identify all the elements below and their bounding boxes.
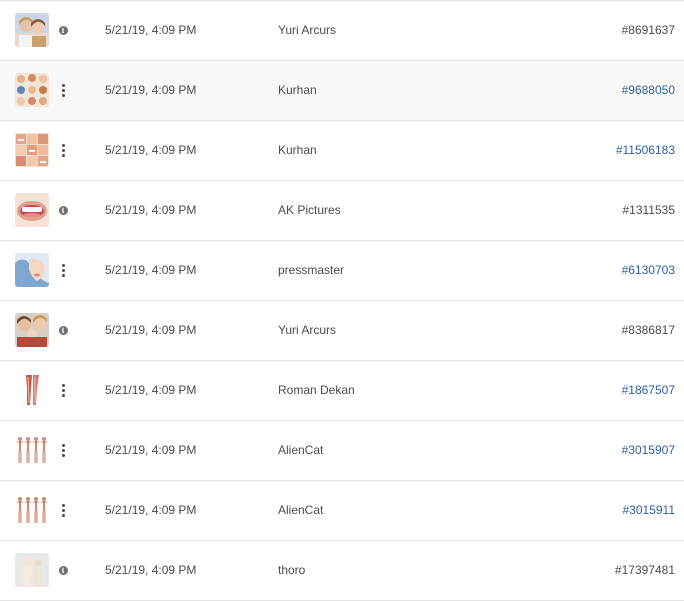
asset-thumbnail[interactable]	[15, 253, 49, 287]
asset-thumbnail[interactable]	[15, 493, 49, 527]
asset-id-link[interactable]: #6130703	[622, 241, 675, 300]
list-item[interactable]: 5/21/19, 4:09 PM AlienCat #3015911	[0, 481, 684, 541]
row-date: 5/21/19, 4:09 PM	[105, 143, 197, 157]
more-options-button[interactable]	[55, 378, 71, 402]
info-button[interactable]: i	[55, 558, 71, 582]
info-icon: i	[58, 205, 68, 215]
row-date: 5/21/19, 4:09 PM	[105, 563, 197, 577]
asset-thumbnail[interactable]	[15, 13, 49, 47]
row-date: 5/21/19, 4:09 PM	[105, 443, 197, 457]
more-options-button[interactable]	[55, 498, 71, 522]
info-button[interactable]: i	[55, 318, 71, 342]
anatomy-figures-illustration-icon	[15, 493, 49, 527]
row-date: 5/21/19, 4:09 PM	[105, 23, 197, 37]
row-author: AK Pictures	[278, 203, 341, 217]
row-asset-id: #1311535	[622, 203, 676, 217]
asset-id-link[interactable]: #3015911	[623, 481, 676, 540]
anatomy-legs-illustration-icon	[15, 373, 49, 407]
family-photo-icon	[15, 13, 49, 47]
more-vertical-icon	[61, 502, 65, 518]
list-item[interactable]: i 5/21/19, 4:09 PM thoro #17397481	[0, 541, 684, 601]
list-item[interactable]: 5/21/19, 4:09 PM Kurhan #9688050	[0, 61, 684, 121]
row-date: 5/21/19, 4:09 PM	[105, 323, 197, 337]
asset-thumbnail[interactable]	[15, 133, 49, 167]
more-options-button[interactable]	[55, 78, 71, 102]
anatomy-figures-illustration-icon	[15, 433, 49, 467]
more-vertical-icon	[61, 442, 65, 458]
list-item[interactable]: 5/21/19, 4:09 PM pressmaster #6130703	[0, 241, 684, 301]
info-icon: i	[58, 25, 68, 35]
row-date: 5/21/19, 4:09 PM	[105, 203, 197, 217]
row-author: thoro	[278, 563, 306, 577]
row-asset-id: #17397481	[614, 563, 675, 577]
family-photo-icon	[15, 313, 49, 347]
asset-thumbnail[interactable]	[15, 553, 49, 587]
info-button[interactable]: i	[55, 18, 71, 42]
asset-thumbnail[interactable]	[15, 73, 49, 107]
list-item[interactable]: 5/21/19, 4:09 PM AlienCat #3015907	[0, 421, 684, 481]
face-closeup-photo-icon	[15, 253, 49, 287]
more-options-button[interactable]	[55, 138, 71, 162]
asset-id-link[interactable]: #11506183	[616, 121, 675, 180]
info-button[interactable]: i	[55, 198, 71, 222]
more-vertical-icon	[61, 82, 65, 98]
row-asset-id: #8691637	[621, 23, 675, 37]
row-author: AlienCat	[278, 503, 324, 517]
mannequin-photo-icon	[15, 553, 49, 587]
row-author: AlienCat	[278, 443, 324, 457]
smile-teeth-photo-icon	[15, 193, 49, 227]
more-vertical-icon	[61, 382, 65, 398]
row-date: 5/21/19, 4:09 PM	[105, 383, 197, 397]
list-item[interactable]: 5/21/19, 4:09 PM Roman Dekan #1867507	[0, 361, 684, 421]
more-options-button[interactable]	[55, 258, 71, 282]
row-asset-id: #8386817	[621, 323, 675, 337]
asset-id-link[interactable]: #3015907	[622, 421, 675, 480]
list-item[interactable]: i 5/21/19, 4:09 PM AK Pictures #1311535	[0, 181, 684, 241]
faces-grid-photo-icon	[15, 133, 49, 167]
asset-id-link[interactable]: #1867507	[622, 361, 675, 420]
row-author: Yuri Arcurs	[278, 23, 337, 37]
more-options-button[interactable]	[55, 438, 71, 462]
info-icon: i	[58, 325, 68, 335]
list-item[interactable]: i 5/21/19, 4:09 PM Yuri Arcurs #8386817	[0, 301, 684, 361]
row-date: 5/21/19, 4:09 PM	[105, 263, 197, 277]
asset-thumbnail[interactable]	[15, 313, 49, 347]
asset-thumbnail[interactable]	[15, 433, 49, 467]
list-item[interactable]: 5/21/19, 4:09 PM Kurhan #11506183	[0, 121, 684, 181]
list-item[interactable]: i 5/21/19, 4:09 PM Yuri Arcurs #8691637	[0, 1, 684, 61]
asset-thumbnail[interactable]	[15, 193, 49, 227]
asset-id-link[interactable]: #9688050	[622, 61, 675, 120]
row-author: Yuri Arcurs	[278, 323, 337, 337]
info-icon: i	[58, 565, 68, 575]
row-author: Roman Dekan	[278, 383, 355, 397]
asset-list: i 5/21/19, 4:09 PM Yuri Arcurs #8691637	[0, 0, 684, 601]
row-date: 5/21/19, 4:09 PM	[105, 503, 197, 517]
row-author: pressmaster	[278, 263, 345, 277]
row-author: Kurhan	[278, 83, 317, 97]
collage-photo-icon	[15, 73, 49, 107]
more-vertical-icon	[61, 262, 65, 278]
asset-thumbnail[interactable]	[15, 373, 49, 407]
row-date: 5/21/19, 4:09 PM	[105, 83, 197, 97]
row-author: Kurhan	[278, 143, 317, 157]
more-vertical-icon	[61, 142, 65, 158]
